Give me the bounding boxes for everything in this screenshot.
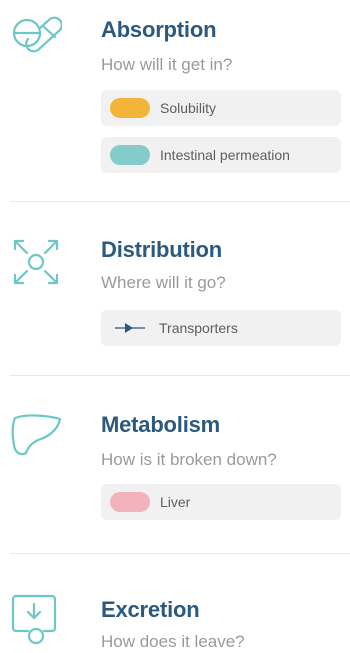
excretion-icon bbox=[11, 594, 57, 645]
chip-solubility[interactable]: Solubility bbox=[101, 90, 341, 126]
liver-icon bbox=[11, 414, 62, 456]
section-title: Metabolism bbox=[101, 412, 221, 437]
section-title: Excretion bbox=[101, 597, 200, 622]
chip-intestinal-permeation[interactable]: Intestinal permeation bbox=[101, 137, 341, 173]
section-subtitle: How is it broken down? bbox=[101, 450, 277, 469]
section-subtitle: How will it get in? bbox=[101, 55, 233, 74]
solubility-swatch bbox=[110, 98, 150, 118]
chip-label: Transporters bbox=[159, 320, 238, 336]
liver-swatch bbox=[110, 492, 150, 512]
section-title: Distribution bbox=[101, 237, 223, 262]
divider bbox=[10, 553, 350, 554]
chip-transporters[interactable]: Transporters bbox=[101, 310, 341, 346]
divider bbox=[10, 201, 350, 202]
section-title: Absorption bbox=[101, 17, 217, 42]
section-subtitle: Where will it go? bbox=[101, 273, 226, 292]
transporter-icon bbox=[115, 323, 145, 333]
section-subtitle: How does it leave? bbox=[101, 632, 245, 651]
intestinal-permeation-swatch bbox=[110, 145, 150, 165]
chip-label: Liver bbox=[160, 494, 191, 510]
chip-liver[interactable]: Liver bbox=[101, 484, 341, 520]
distribution-arrows-icon bbox=[13, 239, 59, 285]
pill-icon bbox=[12, 16, 62, 53]
chip-label: Solubility bbox=[160, 100, 217, 116]
divider bbox=[10, 375, 350, 376]
chip-label: Intestinal permeation bbox=[160, 147, 290, 163]
